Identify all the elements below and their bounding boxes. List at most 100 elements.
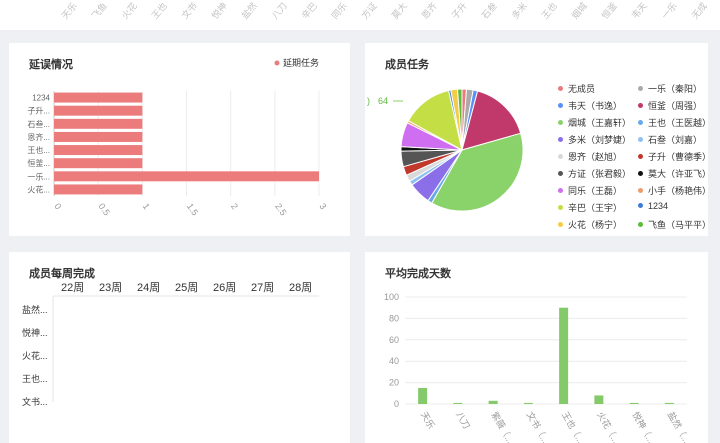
legend-item[interactable]: 子升（曹德季） <box>638 150 708 163</box>
legend-dot <box>638 103 643 108</box>
x-tick-label: 火花（... <box>595 410 622 443</box>
y-tick-label: 40 <box>389 356 399 366</box>
legend-item[interactable]: 恒釜（周强） <box>638 99 702 112</box>
weekly-card: 成员每周完成 22周 23周 24周 25周 26周 27周 28周 盐然... 悦神... 火… <box>9 252 350 443</box>
legend-item[interactable]: 1234 <box>638 201 668 211</box>
strip-tick-label: 文书 <box>179 0 200 21</box>
legend-label: 多米（刘梦婕） <box>568 135 632 145</box>
y-tick-label: 0 <box>394 399 399 409</box>
avg-days-card: 平均完成天数 0 20 40 60 80 100 天乐 八刀 紫薇（... 文书（... 王也（..… <box>365 252 708 443</box>
legend-item[interactable]: 小手（杨艳伟） <box>638 184 708 197</box>
legend-item[interactable]: 莫大（许亚飞） <box>638 167 708 180</box>
strip-tick-label: 火花 <box>119 0 140 21</box>
strip-tick-label: 多米 <box>509 0 530 21</box>
x-tick-label: 王也（... <box>560 410 587 443</box>
legend-label: 火花（杨宁） <box>568 220 623 230</box>
legend-label: 子升（曹德季） <box>648 152 708 162</box>
strip-tick-label: 恒釜 <box>599 0 620 21</box>
y-tick-label: 子升... <box>27 107 50 116</box>
strip-tick-label: 王也 <box>149 0 170 21</box>
legend-label: 飞鱼（马平平） <box>648 220 708 230</box>
callout-prefix: ) <box>367 96 370 106</box>
x-tick-label: 0.5 <box>97 201 112 217</box>
legend-item[interactable]: 多米（刘梦婕） <box>558 133 631 146</box>
delay-card: 延误情况 延期任务 0 0.5 1 1.5 2 2.5 3 1234 子升... 石叁... 恩齐..… <box>9 43 350 236</box>
callout-value: 64 <box>378 96 388 106</box>
legend-label: 恒釜（周强） <box>648 101 703 111</box>
x-tick-label: 悦神（... <box>630 410 657 443</box>
legend-dot <box>558 171 563 176</box>
y-tick-label: 王也... <box>27 145 50 155</box>
legend-dot <box>638 171 643 176</box>
x-tick-label: 3 <box>317 201 328 211</box>
legend-label: 一乐（秦阳） <box>648 84 703 94</box>
avg-days-chart: 0 20 40 60 80 100 天乐 八刀 紫薇（... 文书（... 王也（... 火花（...… <box>384 292 693 443</box>
strip-tick-label: 悦神 <box>209 0 230 21</box>
legend-item[interactable]: 辛巴（王宇） <box>558 201 622 214</box>
bar <box>54 118 143 129</box>
x-tick-label: 天乐 <box>419 410 438 431</box>
legend-label: 1234 <box>648 201 669 211</box>
y-tick-label: 火花... <box>27 184 50 194</box>
delay-chart: 延期任务 0 0.5 1 1.5 2 2.5 3 1234 子升... 石叁... 恩齐... 王也..… <box>27 57 328 217</box>
legend-item[interactable]: 同乐（王磊） <box>558 184 622 197</box>
legend-item[interactable]: 方证（张君毅） <box>558 167 631 180</box>
legend-label: 无成员 <box>568 84 596 94</box>
x-tick-label: 1.5 <box>185 201 200 217</box>
legend-item[interactable]: 烟城（王嘉轩） <box>558 116 631 129</box>
strip-tick-label: 恩齐 <box>419 0 440 21</box>
bar <box>453 402 463 404</box>
legend-label: 石叁（刘嘉） <box>648 135 703 145</box>
members-card: 成员任务 ) 64 无成员 一乐（秦阳） 韦天（书逸） 恒釜（周强） 烟城（王嘉轩） 王也（… <box>365 43 708 236</box>
legend-label: 延期任务 <box>283 57 319 68</box>
legend-item[interactable]: 韦天（书逸） <box>558 99 622 112</box>
legend-dot <box>558 188 563 193</box>
y-tick-label: 80 <box>389 313 399 323</box>
legend-dot <box>638 86 643 91</box>
strip-tick-label: 王也 <box>539 0 560 21</box>
legend-dot <box>638 203 643 208</box>
legend-label: 辛巴（王宇） <box>568 203 623 213</box>
bar <box>54 184 143 195</box>
bar <box>488 400 498 404</box>
legend-item[interactable]: 飞鱼（马平平） <box>638 218 708 231</box>
legend-dot <box>558 103 563 108</box>
legend-dot <box>558 86 563 91</box>
strip-tick-label: 同乐 <box>329 0 350 21</box>
legend-item[interactable]: 无成员 <box>558 82 595 95</box>
x-tick-label: 1 <box>141 201 152 211</box>
y-tick-label: 恒釜... <box>27 158 50 168</box>
bar <box>664 402 674 404</box>
strip-tick-label: 飞鱼 <box>89 0 110 21</box>
legend-item[interactable]: 王也（王医越） <box>638 116 708 129</box>
legend-item[interactable]: 一乐（秦阳） <box>638 82 702 95</box>
y-tick-label: 100 <box>384 292 399 302</box>
strip-tick-label: 无成 <box>689 0 710 21</box>
x-tick-label: 文书（... <box>525 410 552 443</box>
legend-dot <box>638 222 643 227</box>
legend-dot <box>638 188 643 193</box>
legend-item[interactable]: 石叁（刘嘉） <box>638 133 702 146</box>
y-tick-label: 一乐... <box>27 171 50 181</box>
strip-tick-label: 一乐 <box>659 0 680 21</box>
bar <box>629 402 639 404</box>
legend-label: 莫大（许亚飞） <box>648 169 708 179</box>
legend-label: 小手（杨艳伟） <box>648 186 708 196</box>
legend-label: 烟城（王嘉轩） <box>568 118 632 128</box>
legend-label: 韦天（书逸） <box>568 101 623 111</box>
legend-item[interactable]: 恩齐（赵旭） <box>558 150 622 163</box>
legend-dot <box>638 120 643 125</box>
legend-dot <box>274 60 280 66</box>
bar <box>54 131 143 142</box>
bar <box>54 105 143 116</box>
y-tick-label: 1234 <box>32 94 50 103</box>
bar <box>54 171 319 182</box>
bar <box>594 395 604 404</box>
strip-tick-label: 盐然 <box>239 0 260 21</box>
legend-dot <box>558 154 563 159</box>
strip-tick-label: 韦天 <box>629 0 650 21</box>
legend-item[interactable]: 火花（杨宁） <box>558 218 622 231</box>
x-tick-label: 八刀 <box>454 410 472 431</box>
x-tick-label: 盐然（... <box>666 410 693 443</box>
strip-tick-label: 方证 <box>359 0 380 21</box>
